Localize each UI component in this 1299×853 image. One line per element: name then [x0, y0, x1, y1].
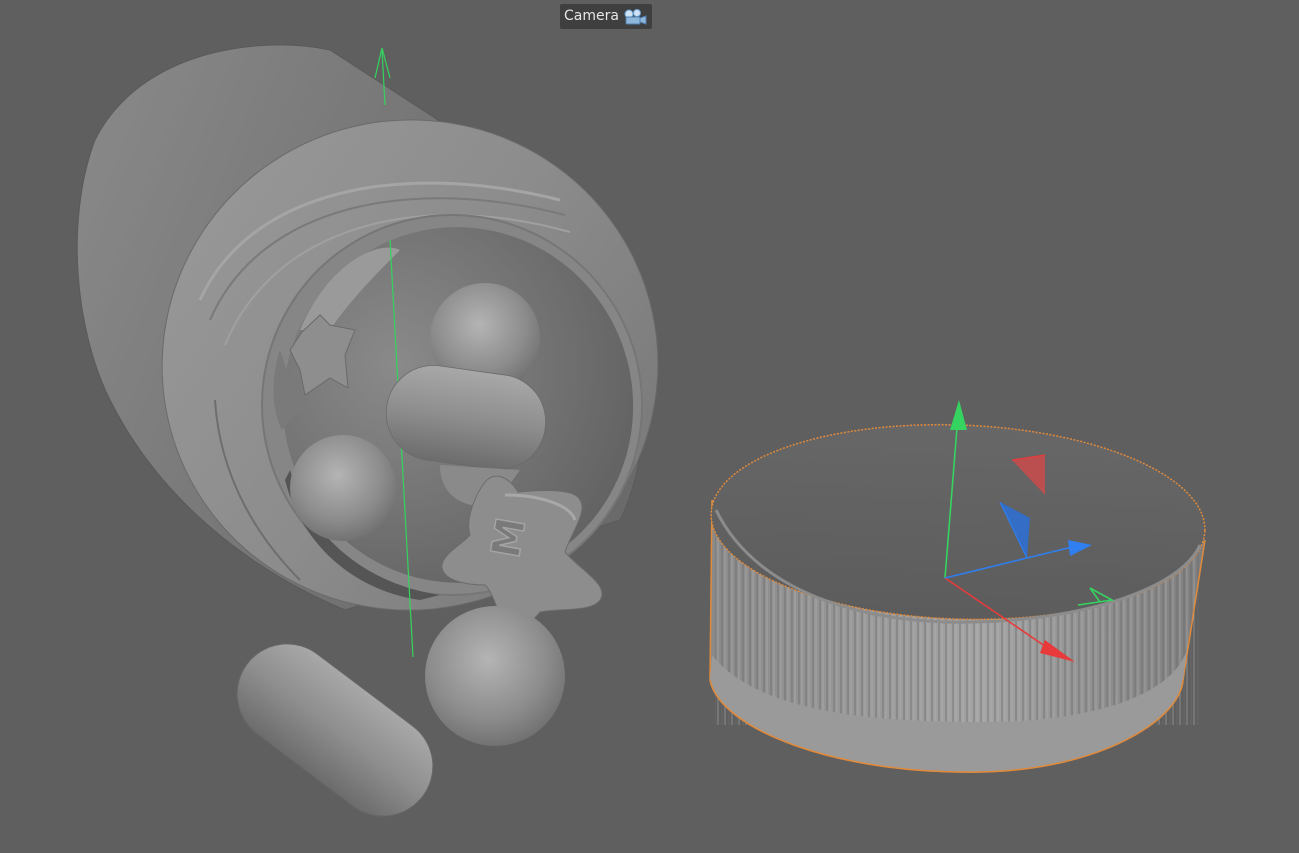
pill-bottle[interactable]	[76, 44, 703, 658]
camera-label-text: Camera	[564, 8, 619, 24]
bottle-cap[interactable]	[708, 416, 1208, 773]
camera-icon	[624, 8, 647, 25]
scene-render[interactable]: M	[0, 0, 1299, 853]
capsule-pill[interactable]	[217, 624, 453, 836]
y-axis-arrow[interactable]	[950, 400, 967, 430]
star-pill-engraving: M	[483, 514, 535, 561]
sphere-pill[interactable]	[425, 606, 565, 746]
3d-viewport[interactable]: M Camera	[0, 0, 1299, 853]
camera-label[interactable]: Camera	[560, 4, 652, 29]
